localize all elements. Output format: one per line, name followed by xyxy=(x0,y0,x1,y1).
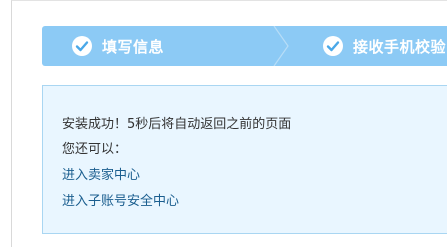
success-message: 安装成功！5秒后将自动返回之前的页面 xyxy=(62,117,292,132)
check-circle-icon xyxy=(72,36,92,56)
step-fill-info: 填写信息 xyxy=(71,26,164,66)
next-actions-hint: 您还可以： xyxy=(62,142,128,157)
step-phone-verify: 接收手机校验 xyxy=(322,26,446,66)
seller-center-link[interactable]: 进入卖家中心 xyxy=(62,164,140,183)
check-circle-icon xyxy=(323,36,343,56)
subaccount-security-link[interactable]: 进入子账号安全中心 xyxy=(62,190,179,209)
step-divider-arrow xyxy=(273,26,289,66)
step-label: 填写信息 xyxy=(102,37,165,56)
step-progress-bar: 填写信息 接收手机校验 xyxy=(42,26,447,66)
success-panel: 安装成功！5秒后将自动返回之前的页面 您还可以： 进入卖家中心 进入子账号安全中… xyxy=(42,85,447,234)
step-label: 接收手机校验 xyxy=(353,37,447,56)
